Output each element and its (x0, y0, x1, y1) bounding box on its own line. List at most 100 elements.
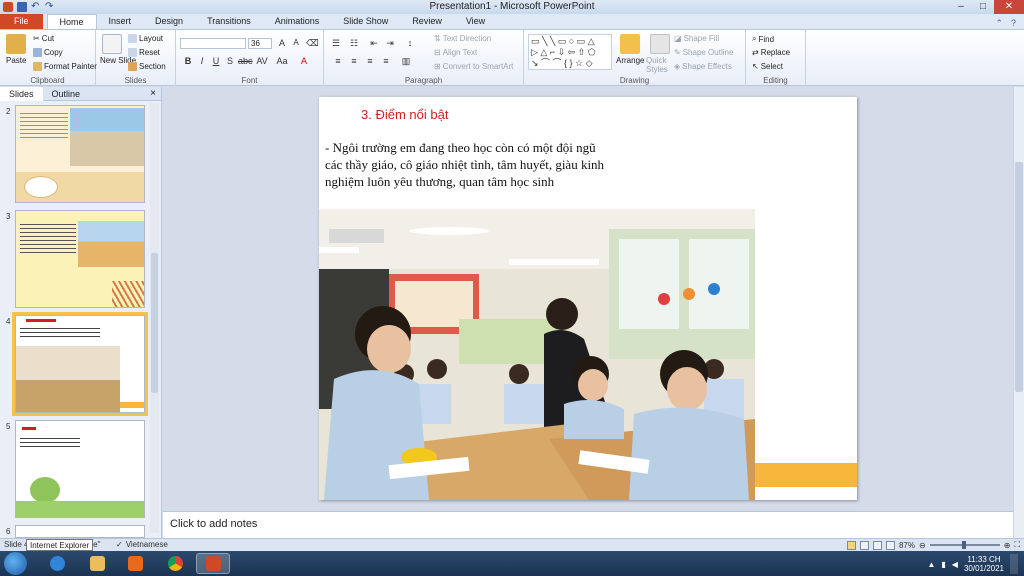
slide-thumbnail-2[interactable] (15, 105, 145, 203)
fit-slide-icon[interactable]: ⛶ (1014, 540, 1020, 550)
underline-icon[interactable]: U (210, 56, 222, 66)
current-slide[interactable]: 3. Điểm nổi bật - Ngôi trường em đang th… (319, 97, 857, 500)
taskbar-powerpoint[interactable] (196, 553, 230, 574)
shape-effects-button[interactable]: ◈ Shape Effects (674, 62, 732, 71)
strikethrough-icon[interactable]: abc (238, 56, 253, 66)
zoom-slider-thumb[interactable] (961, 541, 966, 549)
slideshow-icon[interactable] (885, 540, 895, 550)
line-spacing-icon[interactable]: ↕ (404, 38, 416, 48)
zoom-slider[interactable] (929, 541, 1000, 549)
tab-file[interactable]: File (0, 14, 43, 29)
tab-outline[interactable]: Outline (43, 87, 90, 101)
text-direction-button[interactable]: ⇅ Text Direction (434, 34, 491, 43)
shapes-gallery[interactable]: ▭ ╲ ╲ ▭ ○ ▭ △ ▷ △ ⌐ ⇩ ⇦ ⇧ ⬠ ↘ ⌒ ⌒ { } ☆ ◇ (528, 34, 612, 70)
copy-icon (33, 48, 42, 57)
font-color-icon[interactable]: A (298, 56, 310, 66)
zoom-in-icon[interactable]: ⊕ (1004, 541, 1011, 550)
taskbar-internet-explorer[interactable] (40, 553, 74, 574)
tray-arrow-icon[interactable]: ▲ (927, 560, 935, 569)
justify-icon[interactable]: ≡ (380, 56, 392, 66)
convert-smartart-button[interactable]: ⊞ Convert to SmartArt (434, 62, 513, 71)
shape-outline-button[interactable]: ✎ Shape Outline (674, 48, 733, 57)
maximize-button[interactable]: □ (972, 0, 994, 14)
reading-view-icon[interactable] (872, 540, 882, 550)
italic-icon[interactable]: I (196, 56, 208, 66)
align-text-button[interactable]: ⊟ Align Text (434, 48, 477, 57)
thumbnail-scrollbar[interactable] (150, 103, 159, 533)
slide-thumbnail-3[interactable] (15, 210, 145, 308)
slide-thumbnail-6[interactable] (15, 525, 145, 538)
network-icon[interactable]: ▮ (941, 560, 945, 569)
volume-icon[interactable]: ◀ (952, 560, 958, 569)
align-text-icon: ⊟ (434, 48, 441, 57)
increase-indent-icon[interactable]: ⇥ (384, 38, 396, 49)
tab-review[interactable]: Review (400, 14, 454, 29)
find-button[interactable]: ⌕ Find (752, 34, 774, 44)
taskbar-media-player[interactable] (118, 553, 152, 574)
thumbnail-number: 5 (6, 422, 11, 431)
close-button[interactable]: ✕ (994, 0, 1024, 14)
change-case-icon[interactable]: Aa (276, 56, 288, 66)
grow-font-icon[interactable]: A (276, 38, 288, 48)
slide-sorter-icon[interactable] (859, 540, 869, 550)
start-button[interactable] (4, 552, 27, 575)
tab-view[interactable]: View (454, 14, 497, 29)
numbering-icon[interactable]: ☷ (348, 38, 360, 49)
shadow-icon[interactable]: S (224, 56, 236, 66)
slide-title[interactable]: 3. Điểm nổi bật (361, 107, 448, 122)
clock[interactable]: 11:33 CH 30/01/2021 (964, 555, 1004, 573)
quick-styles-button[interactable]: Quick Styles (646, 56, 676, 74)
spellcheck-icon: ✓ (116, 540, 123, 549)
shape-fill-button[interactable]: ◪ Shape Fill (674, 34, 719, 43)
tab-slide-show[interactable]: Slide Show (331, 14, 400, 29)
zoom-out-icon[interactable]: ⊖ (919, 541, 926, 550)
reset-button[interactable]: Reset (128, 48, 160, 57)
classroom-photo[interactable] (319, 209, 755, 500)
tab-slides[interactable]: Slides (0, 86, 43, 101)
section-button[interactable]: Section (128, 62, 166, 71)
char-spacing-icon[interactable]: AV (256, 56, 268, 66)
clear-formatting-icon[interactable]: ⌫ (306, 38, 319, 49)
tab-design[interactable]: Design (143, 14, 195, 29)
notes-pane[interactable]: Click to add notes (163, 511, 1013, 538)
layout-button[interactable]: Layout (128, 34, 163, 43)
copy-button[interactable]: Copy (33, 48, 63, 57)
decrease-indent-icon[interactable]: ⇤ (368, 38, 380, 49)
editor-scrollbar[interactable] (1013, 87, 1024, 538)
taskbar-file-explorer[interactable] (80, 553, 114, 574)
tab-insert[interactable]: Insert (97, 14, 144, 29)
font-size-box[interactable]: 36 (248, 38, 272, 49)
shrink-font-icon[interactable]: A (290, 38, 302, 47)
replace-button[interactable]: ⇄ Replace (752, 48, 790, 57)
show-desktop-button[interactable] (1010, 554, 1018, 574)
arrange-button[interactable]: Arrange (616, 56, 644, 65)
select-button[interactable]: ↖ Select (752, 62, 783, 71)
align-center-icon[interactable]: ≡ (348, 56, 360, 66)
columns-icon[interactable]: ▥ (400, 56, 412, 67)
paste-button[interactable]: Paste (6, 56, 26, 65)
tab-animations[interactable]: Animations (263, 14, 332, 29)
tab-transitions[interactable]: Transitions (195, 14, 263, 29)
cut-button[interactable]: ✂ Cut (33, 34, 54, 43)
tab-home[interactable]: Home (46, 14, 97, 29)
help-icon[interactable]: ? (1011, 18, 1016, 29)
normal-view-icon[interactable] (846, 540, 856, 550)
language-indicator[interactable]: ✓ Vietnamese (116, 540, 168, 549)
bold-icon[interactable]: B (182, 56, 194, 66)
zoom-level[interactable]: 87% (899, 541, 915, 550)
scrollbar-thumb[interactable] (151, 253, 158, 393)
align-right-icon[interactable]: ≡ (364, 56, 376, 66)
thumbnail-school-photo (70, 108, 144, 166)
pane-close-icon[interactable]: × (150, 88, 156, 99)
align-left-icon[interactable]: ≡ (332, 56, 344, 66)
scrollbar-thumb[interactable] (1015, 162, 1023, 392)
slide-body-text[interactable]: - Ngôi trường em đang theo học còn có mộ… (325, 139, 625, 190)
font-name-box[interactable] (180, 38, 246, 49)
slide-thumbnail-4[interactable] (12, 312, 148, 416)
taskbar-chrome[interactable] (158, 553, 192, 574)
minimize-ribbon-icon[interactable]: ⌃ (995, 18, 1003, 29)
slide-thumbnail-5[interactable] (15, 420, 145, 518)
bullets-icon[interactable]: ☰ (330, 38, 342, 49)
minimize-button[interactable]: – (950, 0, 972, 14)
format-painter-button[interactable]: Format Painter (33, 62, 97, 71)
